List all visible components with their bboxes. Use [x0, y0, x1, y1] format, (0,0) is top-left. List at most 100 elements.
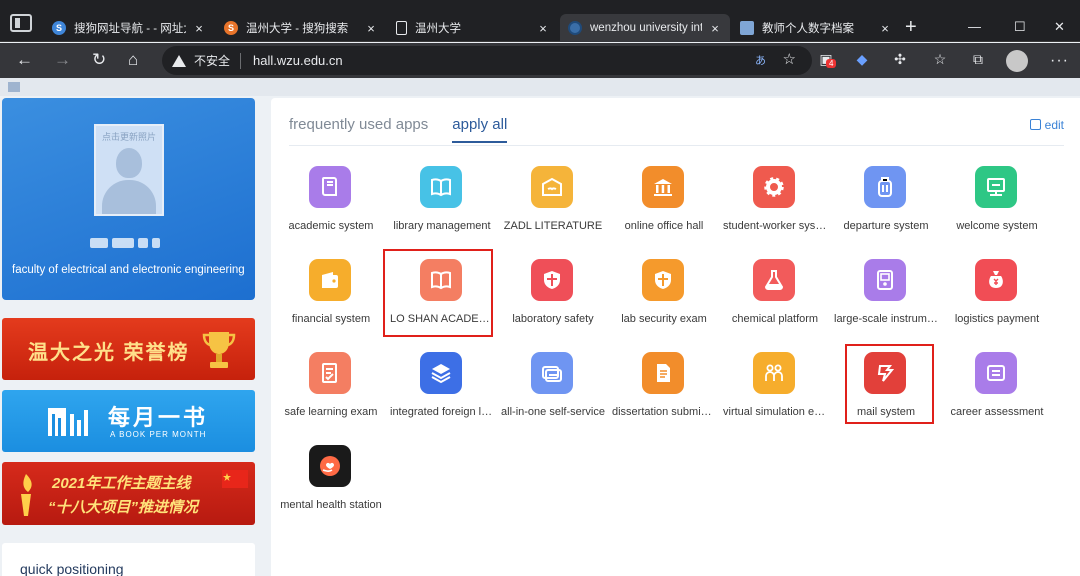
torch-icon	[21, 474, 32, 516]
minimize-button[interactable]: —	[968, 19, 981, 34]
app-label: mail system	[856, 406, 916, 418]
app-tile[interactable]: large-scale instrument	[834, 259, 938, 341]
app-label: student-worker system	[723, 220, 827, 232]
app-tile[interactable]: welcome system	[945, 166, 1049, 248]
avatar-body-shape	[102, 180, 156, 214]
app-label: chemical platform	[731, 313, 819, 325]
app-tile[interactable]: online office hall	[612, 166, 716, 248]
forward-arrow-icon[interactable]: →	[54, 49, 71, 71]
app-tile[interactable]: financial system	[279, 259, 383, 341]
tab-title: wenzhou university intrane	[590, 22, 702, 34]
app-label: safe learning exam	[284, 406, 378, 418]
envelope-book-icon	[531, 166, 573, 208]
app-label: dissertation submission	[612, 406, 716, 418]
app-label: lab security exam	[621, 313, 707, 325]
edit-icon	[1029, 119, 1041, 130]
app-tile[interactable]: student-worker system	[723, 166, 827, 248]
app-tile[interactable]: career assessment	[945, 352, 1049, 434]
avatar-head-shape	[116, 148, 142, 178]
maximize-button[interactable]: ☐	[1014, 19, 1026, 35]
new-tab-button[interactable]: +	[905, 17, 917, 37]
moneybag-icon	[975, 259, 1017, 301]
book-banner-subtitle: A BOOK PER MONTH	[110, 430, 207, 439]
add-favorite-icon[interactable]: ☆	[783, 50, 796, 68]
app-tile[interactable]: chemical platform	[723, 259, 827, 341]
browser-toolbar: ← → ↻ ⌂ 不安全 hall.wzu.edu.cn あ ☆ ▣ ◆ ✣ ☆ …	[0, 43, 1080, 78]
security-label[interactable]: 不安全	[194, 52, 230, 69]
tab-frequently-used-apps[interactable]: frequently used apps	[289, 116, 428, 143]
open-book-icon	[420, 166, 462, 208]
close-tab-icon[interactable]: ×	[708, 21, 722, 36]
collections-icon[interactable]: ⧉	[968, 51, 988, 71]
luggage-icon	[864, 166, 906, 208]
close-tab-icon[interactable]: ×	[878, 21, 892, 36]
app-label: all-in-one self-service	[501, 406, 605, 418]
url-text[interactable]: hall.wzu.edu.cn	[253, 53, 343, 68]
user-name-blurred	[90, 235, 170, 248]
sogou-search-favicon-icon: S	[224, 21, 238, 35]
app-tile[interactable]: library management	[390, 166, 494, 248]
app-tile[interactable]: virtual simulation experiment	[723, 352, 827, 434]
app-tile[interactable]: lab security exam	[612, 259, 716, 341]
update-photo-hint: 点击更新照片	[101, 132, 156, 142]
close-tab-icon[interactable]: ×	[192, 21, 206, 36]
list-icon	[975, 352, 1017, 394]
app-tile[interactable]: mental health station	[279, 445, 383, 527]
app-tile[interactable]: LO SHAN ACADEMY	[390, 259, 494, 341]
honor-banner-text: 温大之光 荣誉榜	[28, 342, 190, 364]
address-bar[interactable]: 不安全 hall.wzu.edu.cn あ ☆	[162, 46, 812, 75]
reload-icon[interactable]: ↻	[92, 49, 106, 71]
browser-tab-bar: S 搜狗网址导航 - - 网址大全 × S 温州大学 - 搜狗搜索 × 温州大学…	[0, 0, 1080, 42]
work-theme-banner[interactable]: 2021年工作主题主线 “十八大项目”推进情况	[2, 462, 255, 525]
app-tile[interactable]: ZADL LITERATURE	[501, 166, 605, 248]
browser-tab-3-active[interactable]: wenzhou university intrane ×	[560, 14, 730, 42]
profile-photo[interactable]: 点击更新照片	[94, 124, 164, 216]
home-icon[interactable]: ⌂	[128, 49, 138, 71]
app-label: large-scale instrument	[834, 313, 938, 325]
book-icon	[309, 166, 351, 208]
app-label: virtual simulation experiment	[723, 406, 827, 418]
app-label: academic system	[288, 220, 374, 232]
browser-tab-4[interactable]: 教师个人数字档案 ×	[732, 14, 900, 42]
shield-icon	[531, 259, 573, 301]
app-tile[interactable]: logistics payment	[945, 259, 1049, 341]
app-tile[interactable]: all-in-one self-service	[501, 352, 605, 434]
favorites-icon[interactable]: ☆	[930, 51, 950, 71]
tab-actions-icon[interactable]	[10, 14, 32, 32]
browser-tab-0[interactable]: S 搜狗网址导航 - - 网址大全 ×	[44, 14, 214, 42]
omnibox-divider	[240, 52, 242, 69]
app-label: online office hall	[624, 220, 704, 232]
back-arrow-icon[interactable]: ←	[16, 49, 33, 71]
book-banner-title: 每月一书	[108, 405, 209, 430]
open-book-icon	[420, 259, 462, 301]
browser-tab-1[interactable]: S 温州大学 - 搜狗搜索 ×	[216, 14, 386, 42]
app-label: financial system	[291, 313, 371, 325]
app-tile[interactable]: academic system	[279, 166, 383, 248]
tab-apply-all[interactable]: apply all	[452, 116, 508, 143]
tab-title: 教师个人数字档案	[762, 23, 854, 35]
translate-icon[interactable]: あ	[755, 52, 766, 68]
profile-avatar[interactable]	[1006, 50, 1028, 72]
edit-label: edit	[1044, 118, 1064, 132]
extension-bookmark-icon[interactable]: ◆	[852, 51, 872, 71]
extensions-puzzle-icon[interactable]: ✣	[890, 51, 910, 71]
app-tile[interactable]: safe learning exam	[279, 352, 383, 434]
app-tile[interactable]: dissertation submission	[612, 352, 716, 434]
book-per-month-banner[interactable]: 每月一书 A BOOK PER MONTH	[2, 390, 255, 452]
app-tile[interactable]: laboratory safety	[501, 259, 605, 341]
profile-card: 点击更新照片 faculty of electrical and electro…	[2, 98, 255, 300]
close-tab-icon[interactable]: ×	[364, 21, 378, 36]
app-tile[interactable]: integrated foreign language	[390, 352, 494, 434]
app-tile[interactable]: mail system	[834, 352, 938, 434]
extension-badge: 4	[826, 59, 837, 68]
app-label: LO SHAN ACADEMY	[390, 313, 494, 325]
settings-menu-icon[interactable]: ···	[1050, 52, 1069, 70]
close-window-button[interactable]: ✕	[1054, 19, 1065, 35]
honor-banner[interactable]: 温大之光 荣誉榜	[2, 318, 255, 380]
edit-button[interactable]: edit	[1029, 118, 1064, 132]
app-label: laboratory safety	[512, 313, 594, 325]
tab-title: 温州大学 - 搜狗搜索	[246, 23, 349, 35]
browser-tab-2[interactable]: 温州大学 ×	[388, 14, 558, 42]
close-tab-icon[interactable]: ×	[536, 21, 550, 36]
app-tile[interactable]: departure system	[834, 166, 938, 248]
